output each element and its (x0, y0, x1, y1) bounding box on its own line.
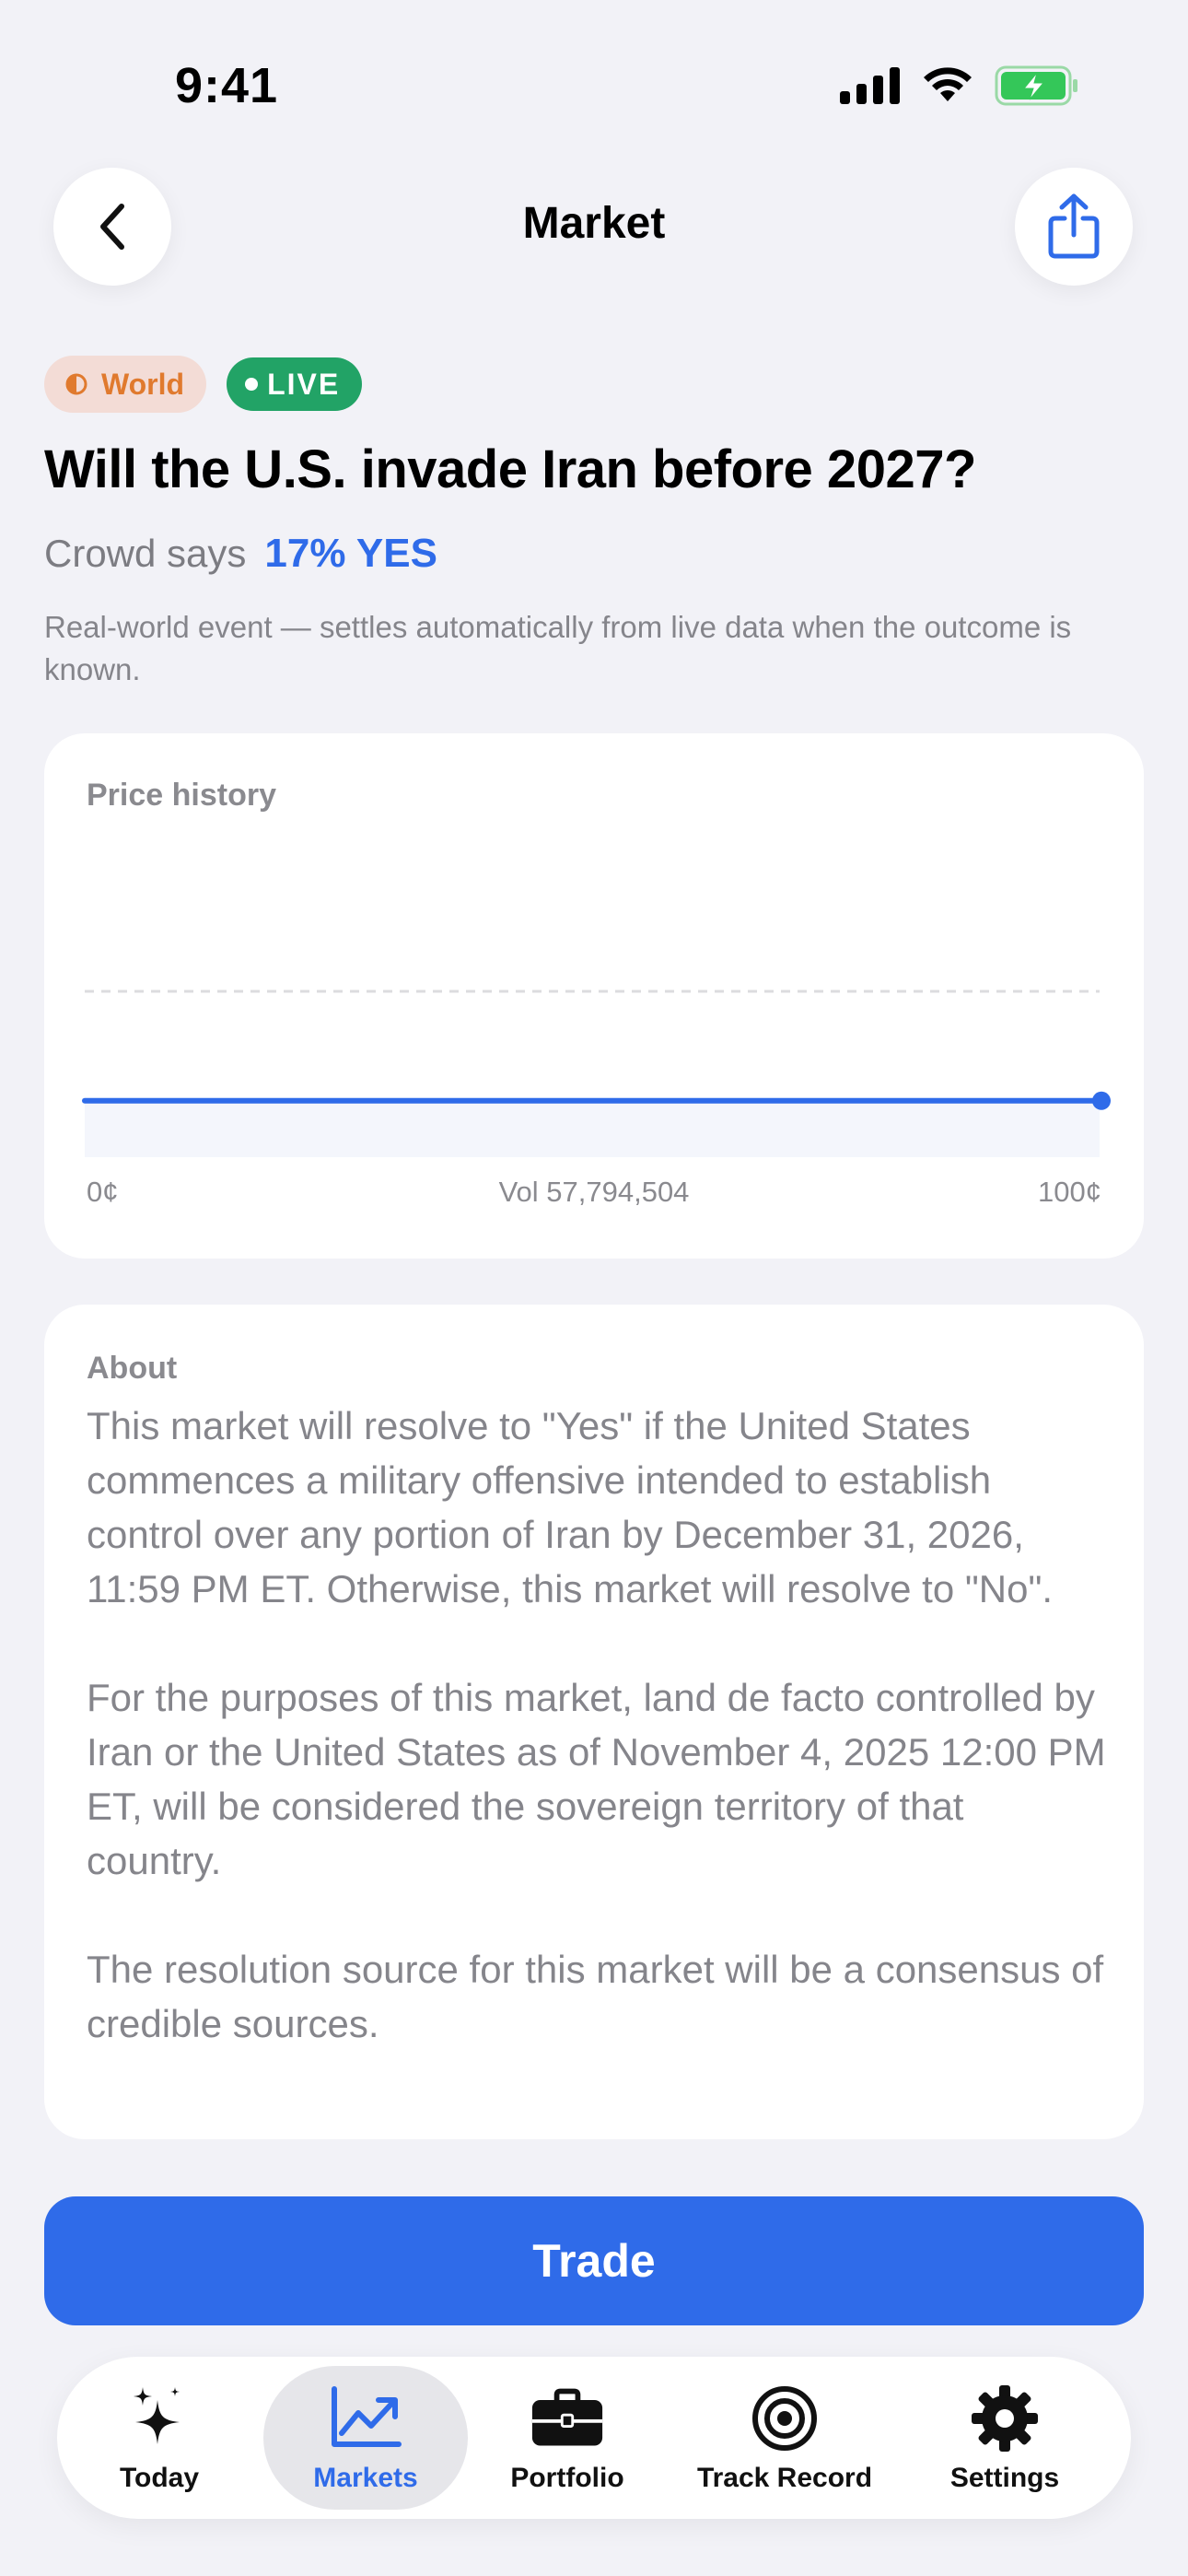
gear-icon (968, 2382, 1042, 2455)
market-tags: World LIVE (44, 356, 363, 413)
tab-settings[interactable]: Settings (908, 2366, 1101, 2510)
about-card: About This market will resolve to "Yes" … (44, 1305, 1144, 2139)
sparkles-icon (122, 2382, 196, 2455)
share-button[interactable] (1015, 168, 1133, 286)
tab-bar: Today Markets Portfolio Track Record Set… (57, 2357, 1131, 2519)
tab-track-record[interactable]: Track Record (674, 2366, 895, 2510)
crowd-label: Crowd says (44, 532, 247, 575)
signal-icon (840, 67, 900, 104)
category-tag[interactable]: World (44, 356, 207, 413)
price-area-fill (85, 1100, 1100, 1157)
chart-trend-icon (329, 2382, 402, 2455)
share-icon (1048, 193, 1100, 259)
tab-label: Portfolio (510, 2463, 624, 2493)
axis-max-label: 100¢ (1038, 1176, 1101, 1208)
live-dot-icon (245, 378, 259, 391)
crowd-value: 17% YES (264, 531, 437, 576)
briefcase-icon (530, 2382, 604, 2455)
tab-label: Today (119, 2463, 200, 2493)
volume-label: Vol 57,794,504 (498, 1176, 690, 1208)
market-subtitle: Real-world event — settles automatically… (44, 610, 1072, 686)
status-bar: 9:41 (0, 0, 1188, 157)
about-paragraph: This market will resolve to "Yes" if the… (87, 1404, 1054, 1610)
page-title: Market (522, 199, 666, 248)
tab-label: Track Record (696, 2463, 873, 2493)
half-circle-icon (65, 373, 87, 395)
tab-portfolio[interactable]: Portfolio (475, 2366, 659, 2510)
status-icons (840, 64, 1079, 107)
tab-today[interactable]: Today (74, 2366, 245, 2510)
live-badge: LIVE (227, 357, 363, 411)
trade-button[interactable]: Trade (44, 2196, 1144, 2325)
status-time: 9:41 (175, 58, 279, 113)
about-description: This market will resolve to "Yes" if the… (87, 1399, 1109, 2051)
about-paragraph: For the purposes of this market, land de… (87, 1676, 1106, 1882)
live-badge-label: LIVE (267, 367, 341, 401)
tab-label: Settings (949, 2463, 1060, 2493)
tab-markets[interactable]: Markets (263, 2366, 468, 2510)
tab-label: Markets (313, 2463, 418, 2493)
wifi-icon (924, 67, 972, 101)
target-icon (748, 2382, 821, 2455)
crowd-sentiment: Crowd says 17% YES (44, 531, 437, 577)
about-paragraph: The resolution source for this market wi… (87, 1948, 1104, 2045)
battery-charging-icon (995, 65, 1077, 106)
price-current-point (1092, 1091, 1111, 1110)
market-question: Will the U.S. invade Iran before 2027? (44, 439, 976, 499)
price-history-card: Price history 0¢ Vol 57,794,504 100¢ (44, 733, 1144, 1259)
about-label: About (87, 1351, 178, 1386)
category-tag-label: World (101, 367, 185, 401)
